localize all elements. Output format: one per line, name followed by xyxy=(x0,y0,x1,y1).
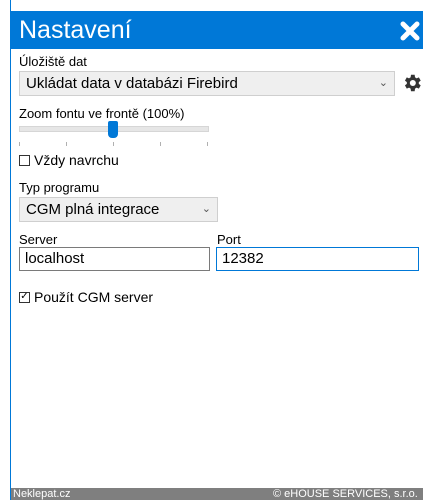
storage-select-value: Ukládat data v databázi Firebird xyxy=(26,75,238,92)
program-type-select[interactable]: CGM plná integrace ⌄ xyxy=(19,197,218,222)
status-left-text: Neklepat.cz xyxy=(13,488,71,500)
server-label: Server xyxy=(19,232,58,247)
window-title: Nastavení xyxy=(19,16,132,44)
slider-tick xyxy=(160,142,161,146)
close-icon[interactable] xyxy=(397,18,423,44)
slider-tick xyxy=(207,142,208,146)
program-type-select-value: CGM plná integrace xyxy=(26,201,160,218)
zoom-slider-thumb[interactable] xyxy=(108,121,118,138)
title-bar: Nastavení xyxy=(11,11,423,49)
status-right-text: © eHOUSE SERVICES, s.r.o. xyxy=(273,488,418,500)
storage-label: Úložiště dat xyxy=(19,54,87,69)
settings-window: Nastavení Úložiště dat Ukládat data v da… xyxy=(10,0,423,500)
use-cgm-server-label: Použít CGM server xyxy=(34,289,154,305)
always-on-top-checkbox[interactable]: Vždy navrchu xyxy=(19,152,119,168)
slider-tick xyxy=(19,142,20,146)
port-label: Port xyxy=(217,232,241,247)
use-cgm-server-box[interactable]: ✓ xyxy=(19,291,30,303)
gear-icon[interactable] xyxy=(401,72,423,94)
storage-select[interactable]: Ukládat data v databázi Firebird ⌄ xyxy=(19,71,395,96)
status-bar: Neklepat.cz © eHOUSE SERVICES, s.r.o. xyxy=(11,488,423,500)
always-on-top-label: Vždy navrchu xyxy=(34,152,119,168)
chevron-down-icon: ⌄ xyxy=(201,203,211,215)
program-type-label: Typ programu xyxy=(19,180,100,195)
slider-tick xyxy=(113,142,114,146)
port-input[interactable]: 12382 xyxy=(216,247,419,271)
chevron-down-icon: ⌄ xyxy=(378,77,388,89)
server-input[interactable]: localhost xyxy=(19,247,210,271)
zoom-label: Zoom fontu ve frontě (100%) xyxy=(19,106,185,121)
use-cgm-server-checkbox[interactable]: ✓ Použít CGM server xyxy=(19,289,153,305)
slider-tick xyxy=(66,142,67,146)
always-on-top-box[interactable] xyxy=(19,154,30,166)
